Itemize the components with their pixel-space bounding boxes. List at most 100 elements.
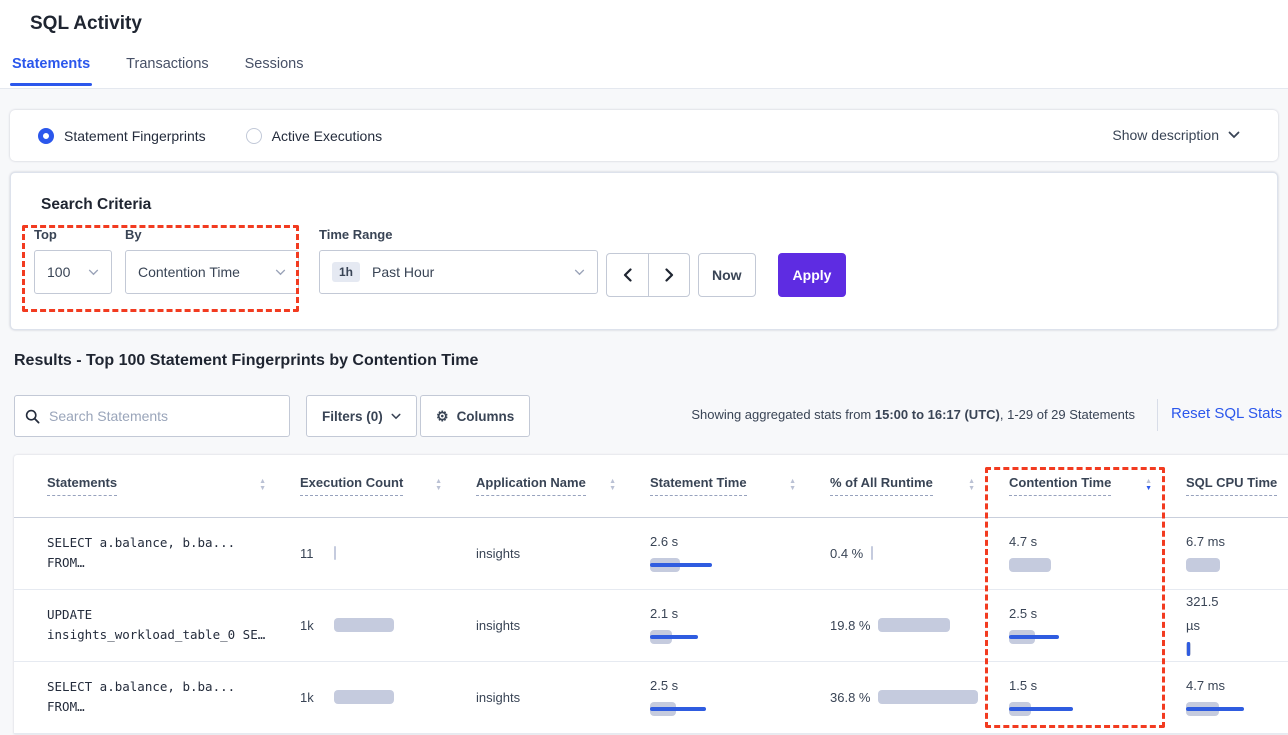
sql-cpu-time-cell: 321.5µs	[1172, 589, 1288, 661]
tab-sessions[interactable]: Sessions	[243, 56, 306, 86]
search-criteria-card: Search Criteria Top 100 By Contention Ti…	[10, 172, 1278, 330]
metric-bar	[1009, 558, 1051, 572]
time-step-buttons	[606, 253, 690, 297]
metric-bar	[334, 546, 336, 560]
application-name-cell: insights	[462, 589, 636, 661]
column-label: SQL CPU Time	[1186, 475, 1277, 496]
statement-cell[interactable]: SELECT a.balance, b.ba...FROM…	[14, 661, 286, 733]
table-row[interactable]: SELECT a.balance, b.ba...FROM…11insights…	[14, 517, 1288, 589]
sort-icon[interactable]: ▲▼	[609, 479, 616, 492]
metric-line	[1186, 707, 1244, 711]
column-header-statement-time[interactable]: Statement Time ▲▼	[636, 455, 816, 517]
page-title: SQL Activity	[30, 13, 142, 35]
column-label: Contention Time	[1009, 475, 1111, 496]
metric-bar	[878, 618, 950, 632]
contention-time-cell: 2.5 s	[995, 589, 1172, 661]
reset-sql-stats-link[interactable]: Reset SQL Stats	[1171, 405, 1282, 422]
sql-cpu-time-cell: 6.7 ms	[1172, 517, 1288, 589]
by-field: By Contention Time	[125, 227, 299, 294]
search-input[interactable]	[49, 408, 279, 424]
gear-icon: ⚙	[436, 408, 449, 425]
column-header-sql-cpu-time[interactable]: SQL CPU Time▲▼	[1172, 455, 1288, 517]
by-select[interactable]: Contention Time	[125, 250, 299, 294]
chevron-down-icon	[391, 413, 401, 420]
search-criteria-title: Search Criteria	[41, 196, 151, 214]
show-description-toggle[interactable]: Show description	[1112, 127, 1240, 143]
metric-line	[650, 707, 706, 711]
chevron-down-icon	[1228, 131, 1240, 139]
metric-bar	[871, 546, 873, 560]
vertical-divider	[1157, 399, 1158, 431]
tab-bar: Statements Transactions Sessions	[10, 56, 305, 86]
sort-icon[interactable]: ▲▼	[968, 479, 975, 492]
sort-icon[interactable]: ▲▼	[259, 479, 266, 492]
apply-button[interactable]: Apply	[778, 253, 846, 297]
column-header-execution-count[interactable]: Execution Count ▲▼	[286, 455, 462, 517]
metric-bar	[878, 690, 978, 704]
time-range-field: Time Range 1h Past Hour	[319, 227, 598, 294]
chevron-right-icon	[665, 268, 674, 282]
time-range-label: Time Range	[319, 227, 598, 242]
top-bar: SQL Activity Statements Transactions Ses…	[0, 0, 1288, 89]
tab-statements[interactable]: Statements	[10, 56, 92, 86]
statement-cell[interactable]: UPDATEinsights_workload_table_0 SE…	[14, 589, 286, 661]
execution-count-cell: 1k	[286, 589, 462, 661]
top-label: Top	[34, 227, 112, 242]
column-label: Statements	[47, 475, 117, 496]
radio-selected-icon[interactable]	[38, 128, 54, 144]
radio-statement-fingerprints[interactable]: Statement Fingerprints	[38, 128, 206, 144]
sort-icon[interactable]: ▲▼	[1145, 479, 1152, 492]
chevron-down-icon	[275, 269, 286, 276]
columns-button[interactable]: ⚙ Columns	[420, 395, 530, 437]
column-header-of-all-runtime[interactable]: % of All Runtime ▲▼	[816, 455, 995, 517]
runtime-pct-cell: 0.4 %	[816, 517, 995, 589]
column-header-statements[interactable]: Statements ▲▼	[14, 455, 286, 517]
tab-divider	[0, 88, 1288, 89]
metric-bar	[1186, 558, 1220, 572]
column-label: Statement Time	[650, 475, 747, 496]
table-header-row: Statements▲▼Execution Count▲▼Application…	[14, 455, 1288, 517]
column-header-contention-time[interactable]: Contention Time ▲▼	[995, 455, 1172, 517]
tab-transactions[interactable]: Transactions	[124, 56, 210, 86]
top-select[interactable]: 100	[34, 250, 112, 294]
execution-count-cell: 11	[286, 517, 462, 589]
filters-button[interactable]: Filters (0)	[306, 395, 417, 437]
contention-time-cell: 1.5 s	[995, 661, 1172, 733]
sort-icon[interactable]: ▲▼	[435, 479, 442, 492]
showing-stats-text: Showing aggregated stats from 15:00 to 1…	[691, 407, 1135, 422]
previous-time-button[interactable]	[607, 254, 648, 296]
metric-line	[1009, 635, 1059, 639]
metric-line	[1009, 707, 1073, 711]
statement-time-cell: 2.5 s	[636, 661, 816, 733]
application-name-cell: insights	[462, 517, 636, 589]
next-time-button[interactable]	[648, 254, 689, 296]
contention-time-cell: 4.7 s	[995, 517, 1172, 589]
time-range-select[interactable]: 1h Past Hour	[319, 250, 598, 294]
statement-time-cell: 2.1 s	[636, 589, 816, 661]
runtime-pct-cell: 36.8 %	[816, 661, 995, 733]
column-label: % of All Runtime	[830, 475, 933, 496]
table-row[interactable]: UPDATEinsights_workload_table_0 SE…1kins…	[14, 589, 1288, 661]
statement-cell[interactable]: SELECT a.balance, b.ba...FROM…	[14, 517, 286, 589]
column-header-application-name[interactable]: Application Name ▲▼	[462, 455, 636, 517]
metric-bar	[334, 690, 394, 704]
by-label: By	[125, 227, 299, 242]
table-row[interactable]: SELECT a.balance, b.ba...FROM…1kinsights…	[14, 661, 1288, 733]
search-icon	[25, 409, 40, 424]
metric-line	[650, 563, 712, 567]
now-button[interactable]: Now	[698, 253, 756, 297]
application-name-cell: insights	[462, 661, 636, 733]
column-label: Execution Count	[300, 475, 403, 496]
radio-active-executions[interactable]: Active Executions	[246, 128, 383, 144]
metric-bar-tick	[1187, 642, 1190, 656]
results-title: Results - Top 100 Statement Fingerprints…	[14, 352, 478, 370]
radio-unselected-icon[interactable]	[246, 128, 262, 144]
sort-icon[interactable]: ▲▼	[789, 479, 796, 492]
metric-bar	[334, 618, 394, 632]
column-label: Application Name	[476, 475, 586, 496]
sql-cpu-time-cell: 4.7 ms	[1172, 661, 1288, 733]
statement-search[interactable]	[14, 395, 290, 437]
chevron-down-icon	[88, 269, 99, 276]
runtime-pct-cell: 19.8 %	[816, 589, 995, 661]
time-range-badge: 1h	[332, 262, 360, 282]
